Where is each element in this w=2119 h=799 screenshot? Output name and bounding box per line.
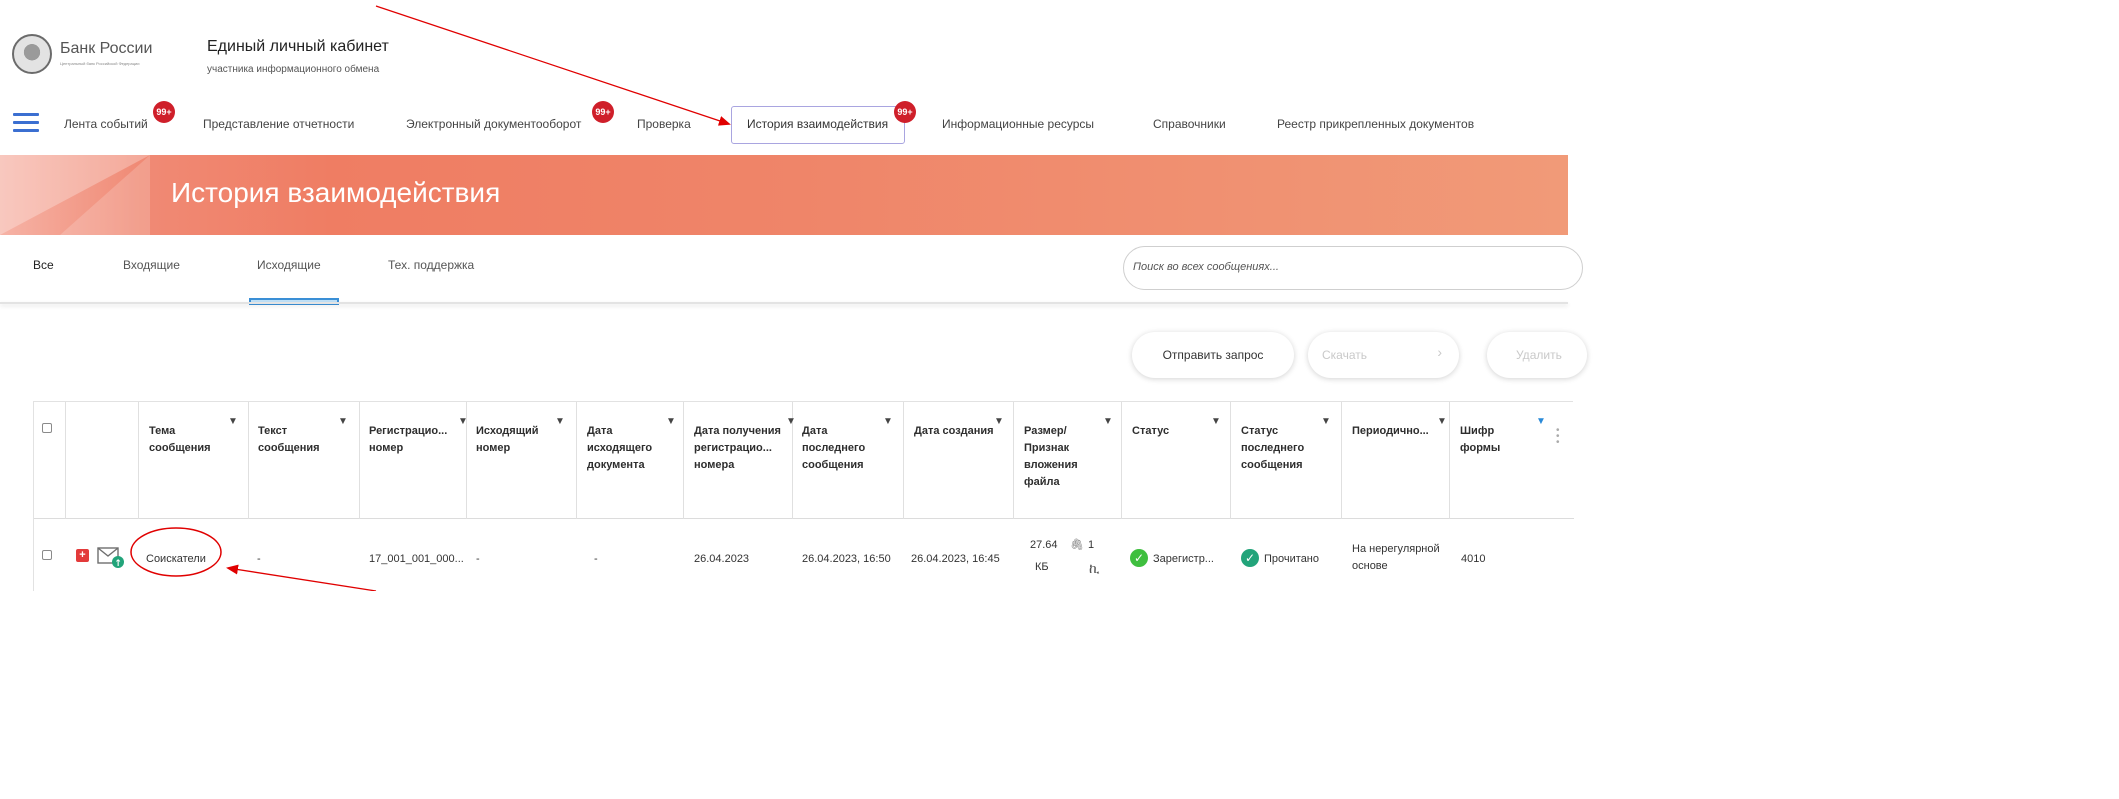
- banner-decoration: [60, 155, 150, 235]
- nav-history-badge: 99+: [894, 101, 916, 123]
- filter-icon[interactable]: ▼: [555, 416, 565, 427]
- status-check-icon: ✓: [1130, 549, 1148, 567]
- filter-icon[interactable]: ▼: [1321, 416, 1331, 427]
- filter-icon[interactable]: ▼: [1211, 416, 1221, 427]
- filter-icon[interactable]: ▼: [1536, 416, 1546, 427]
- filter-icon[interactable]: ▼: [883, 416, 893, 427]
- cell-form-code: 4010: [1461, 553, 1486, 565]
- cell-last-status: Прочитано: [1264, 553, 1319, 565]
- cell-status: Зарегистр...: [1153, 553, 1214, 565]
- nav-item-references[interactable]: Справочники: [1153, 117, 1226, 131]
- col-header-reg-number[interactable]: Регистрацио... номер: [369, 423, 459, 457]
- select-all-checkbox[interactable]: [42, 423, 52, 433]
- annotation-arrow-to-history-tab: [375, 5, 731, 126]
- cell-last-message-date: 26.04.2023, 16:50: [802, 553, 891, 565]
- filter-icon[interactable]: ▼: [1437, 416, 1447, 427]
- nav-item-events[interactable]: Лента событий: [64, 117, 148, 131]
- delete-button[interactable]: Удалить: [1487, 332, 1587, 378]
- col-header-subject[interactable]: Тема сообщения: [149, 423, 219, 457]
- col-header-last-message-date[interactable]: Дата последнего сообщения: [802, 423, 882, 474]
- col-header-created-date[interactable]: Дата создания: [914, 423, 994, 440]
- outgoing-envelope-icon: ↑: [97, 545, 125, 569]
- cell-outgoing-date: -: [594, 553, 598, 565]
- cabinet-subtitle: участника информационного обмена: [207, 64, 380, 75]
- send-request-button[interactable]: Отправить запрос: [1132, 332, 1294, 378]
- tab-support[interactable]: Тех. поддержка: [388, 258, 474, 272]
- filter-icon[interactable]: ▼: [994, 416, 1004, 427]
- tab-all[interactable]: Все: [33, 258, 54, 272]
- cell-reg-number: 17_001_001_000...: [369, 553, 464, 565]
- cell-text: -: [257, 553, 261, 565]
- row-checkbox[interactable]: [42, 550, 52, 560]
- column-options-icon[interactable]: • • •: [1556, 426, 1560, 448]
- signature-icon: ኪ: [1089, 560, 1100, 576]
- filter-icon[interactable]: ▼: [228, 416, 238, 427]
- last-status-check-icon: ✓: [1241, 549, 1259, 567]
- tabs-divider: [0, 302, 1568, 304]
- cell-created-date: 26.04.2023, 16:45: [911, 553, 1000, 565]
- bank-emblem-logo[interactable]: [12, 34, 52, 74]
- filter-icon[interactable]: ▼: [786, 416, 796, 427]
- filter-icon[interactable]: ▼: [458, 416, 468, 427]
- col-header-outgoing-number[interactable]: Исходящий номер: [476, 423, 556, 457]
- cell-reg-received-date: 26.04.2023: [694, 553, 750, 565]
- nav-item-edo[interactable]: Электронный документооборот: [406, 117, 581, 131]
- col-header-outgoing-date[interactable]: Дата исходящего документа: [587, 423, 667, 474]
- cell-attachment-count: 1: [1088, 539, 1095, 551]
- nav-item-resources[interactable]: Информационные ресурсы: [942, 117, 1094, 131]
- svg-text:↑: ↑: [114, 559, 122, 569]
- paperclip-icon: 🖇: [1070, 539, 1084, 551]
- menu-icon[interactable]: [13, 113, 39, 133]
- search-input[interactable]: Поиск во всех сообщениях...: [1123, 246, 1583, 290]
- col-header-last-status[interactable]: Статус последнего сообщения: [1241, 423, 1321, 474]
- col-header-status[interactable]: Статус: [1132, 423, 1212, 440]
- cabinet-title: Единый личный кабинет: [207, 38, 389, 55]
- col-header-reg-received-date[interactable]: Дата получения регистрацио... номера: [694, 423, 784, 474]
- cell-size-value: 27.64: [1030, 539, 1058, 551]
- cell-outgoing-number: -: [476, 553, 480, 565]
- filter-icon[interactable]: ▼: [666, 416, 676, 427]
- org-name: Банк России: [60, 40, 153, 57]
- nav-edo-badge: 99+: [592, 101, 614, 123]
- messages-table: Тема сообщения ▼ Текст сообщения ▼ Регис…: [33, 401, 1574, 591]
- nav-item-history[interactable]: История взаимодействия: [747, 117, 888, 131]
- nav-events-badge: 99+: [153, 101, 175, 123]
- tab-outgoing[interactable]: Исходящие: [257, 258, 321, 272]
- download-button[interactable]: Скачать ›: [1308, 332, 1459, 378]
- col-header-periodicity[interactable]: Периодично...: [1352, 423, 1438, 440]
- cell-size-unit: КБ: [1035, 561, 1049, 573]
- page-title: История взаимодействия: [171, 177, 501, 208]
- nav-item-attached-registry[interactable]: Реестр прикрепленных документов: [1277, 117, 1474, 131]
- chevron-right-icon: ›: [1437, 344, 1442, 360]
- tab-incoming[interactable]: Входящие: [123, 258, 180, 272]
- expand-row-icon[interactable]: +: [76, 549, 89, 562]
- org-subtitle: Центральный банк Российской Федерации: [60, 61, 140, 66]
- col-header-form-code[interactable]: Шифр формы: [1460, 423, 1520, 457]
- nav-item-check[interactable]: Проверка: [637, 117, 691, 131]
- col-header-size[interactable]: Размер/ Признак вложения файла: [1024, 423, 1094, 491]
- cell-periodicity: На нерегулярной основе: [1352, 543, 1440, 572]
- filter-icon[interactable]: ▼: [1103, 416, 1113, 427]
- cell-subject[interactable]: Соискатели: [146, 553, 206, 565]
- filter-icon[interactable]: ▼: [338, 416, 348, 427]
- col-header-text[interactable]: Текст сообщения: [258, 423, 328, 457]
- nav-item-reporting[interactable]: Представление отчетности: [203, 117, 354, 131]
